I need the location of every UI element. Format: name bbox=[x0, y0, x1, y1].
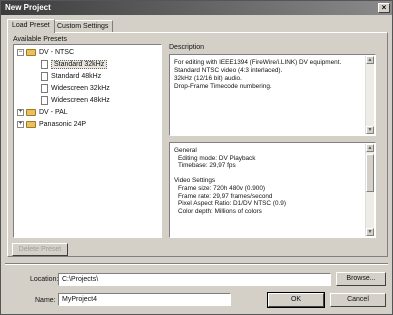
settings-summary-box: General Editing mode: DV Playback Timeba… bbox=[169, 142, 376, 238]
summary-line: Pixel Aspect Ratio: D1/DV NTSC (0.9) bbox=[178, 200, 286, 208]
scroll-thumb[interactable] bbox=[366, 154, 374, 192]
divider bbox=[5, 263, 388, 265]
location-label: Location: bbox=[30, 276, 59, 283]
description-box: For editing with IEEE1394 (FireWire/i.LI… bbox=[169, 54, 376, 136]
scroll-up-icon[interactable]: ▲ bbox=[366, 56, 374, 64]
description-line: For editing with IEEE1394 (FireWire/i.LI… bbox=[174, 59, 342, 66]
summary-line: Video Settings bbox=[174, 177, 216, 185]
new-project-dialog: New Project × Load Preset Custom Setting… bbox=[0, 0, 393, 315]
preset-tree[interactable]: − DV - NTSC Standard 32kHz Standard 48kHz… bbox=[13, 44, 162, 238]
tree-item-label: DV - NTSC bbox=[39, 49, 74, 56]
cancel-button[interactable]: Cancel bbox=[330, 293, 386, 307]
tree-item-standard-48khz[interactable]: Standard 48kHz bbox=[41, 71, 101, 82]
tree-item-dv-ntsc[interactable]: − DV - NTSC bbox=[17, 47, 74, 58]
summary-line: General bbox=[174, 147, 197, 154]
description-line: Drop-Frame Timecode numbering. bbox=[174, 83, 272, 90]
scroll-down-icon[interactable]: ▼ bbox=[366, 126, 374, 134]
tree-item-label: Standard 48kHz bbox=[51, 73, 102, 80]
folder-icon bbox=[26, 120, 36, 128]
location-field[interactable]: C:\Projects\ bbox=[58, 273, 331, 286]
title-bar[interactable]: New Project × bbox=[1, 1, 392, 15]
project-name-field[interactable]: MyProject4 bbox=[58, 293, 231, 306]
tree-item-widescreen-32khz[interactable]: Widescreen 32kHz bbox=[41, 83, 110, 94]
collapse-icon[interactable]: − bbox=[17, 48, 24, 56]
tree-item-dv-pal[interactable]: + DV - PAL bbox=[17, 107, 68, 118]
description-heading: Description bbox=[169, 44, 205, 51]
folder-icon bbox=[26, 48, 36, 56]
description-text: For editing with IEEE1394 (FireWire/i.LI… bbox=[174, 59, 359, 91]
summary-line: Frame size: 720h 480v (0.900) bbox=[178, 184, 266, 192]
available-presets-heading: Available Presets bbox=[13, 36, 67, 43]
preset-file-icon bbox=[41, 95, 48, 105]
description-line: 32kHz (12/16 bit) audio. bbox=[174, 75, 242, 82]
summary-line bbox=[174, 170, 359, 178]
expand-icon[interactable]: + bbox=[17, 120, 24, 128]
tab-custom-settings[interactable]: Custom Settings bbox=[52, 20, 114, 32]
summary-line: Color depth: Millions of colors bbox=[178, 207, 262, 215]
delete-preset-button[interactable]: Delete Preset bbox=[12, 243, 68, 256]
close-button[interactable]: × bbox=[378, 3, 390, 13]
summary-line: Editing mode: DV Playback bbox=[178, 154, 256, 162]
tree-item-label: DV - PAL bbox=[39, 109, 68, 116]
description-scrollbar[interactable]: ▲ ▼ bbox=[365, 56, 374, 134]
tree-item-label: Panasonic 24P bbox=[39, 121, 87, 128]
scroll-up-icon[interactable]: ▲ bbox=[366, 144, 374, 152]
preset-file-icon bbox=[41, 59, 48, 69]
expand-icon[interactable]: + bbox=[17, 108, 24, 116]
tree-item-label: Widescreen 48kHz bbox=[51, 97, 110, 104]
tree-item-label: Standard 32kHz bbox=[51, 60, 108, 69]
tree-item-standard-32khz[interactable]: Standard 32kHz bbox=[41, 59, 108, 70]
browse-button[interactable]: Browse... bbox=[336, 272, 386, 286]
tab-load-preset[interactable]: Load Preset bbox=[7, 19, 55, 33]
folder-icon bbox=[26, 108, 36, 116]
summary-line: Frame rate: 29,97 frames/second bbox=[178, 192, 273, 200]
summary-scrollbar[interactable]: ▲ ▼ bbox=[365, 144, 374, 236]
scroll-down-icon[interactable]: ▼ bbox=[366, 228, 374, 236]
tree-item-panasonic-24p[interactable]: + Panasonic 24P bbox=[17, 119, 86, 130]
preset-file-icon bbox=[41, 83, 48, 93]
preset-file-icon bbox=[41, 71, 48, 81]
tree-item-widescreen-48khz[interactable]: Widescreen 48kHz bbox=[41, 95, 110, 106]
window-title: New Project bbox=[5, 3, 51, 12]
tree-item-label: Widescreen 32kHz bbox=[51, 85, 110, 92]
summary-line: Timebase: 29,97 fps bbox=[178, 162, 236, 170]
name-label: Name: bbox=[35, 297, 56, 304]
description-line: Standard NTSC video (4:3 interlaced). bbox=[174, 67, 283, 74]
settings-summary-text: General Editing mode: DV Playback Timeba… bbox=[174, 147, 359, 215]
ok-button[interactable]: OK bbox=[267, 292, 325, 308]
